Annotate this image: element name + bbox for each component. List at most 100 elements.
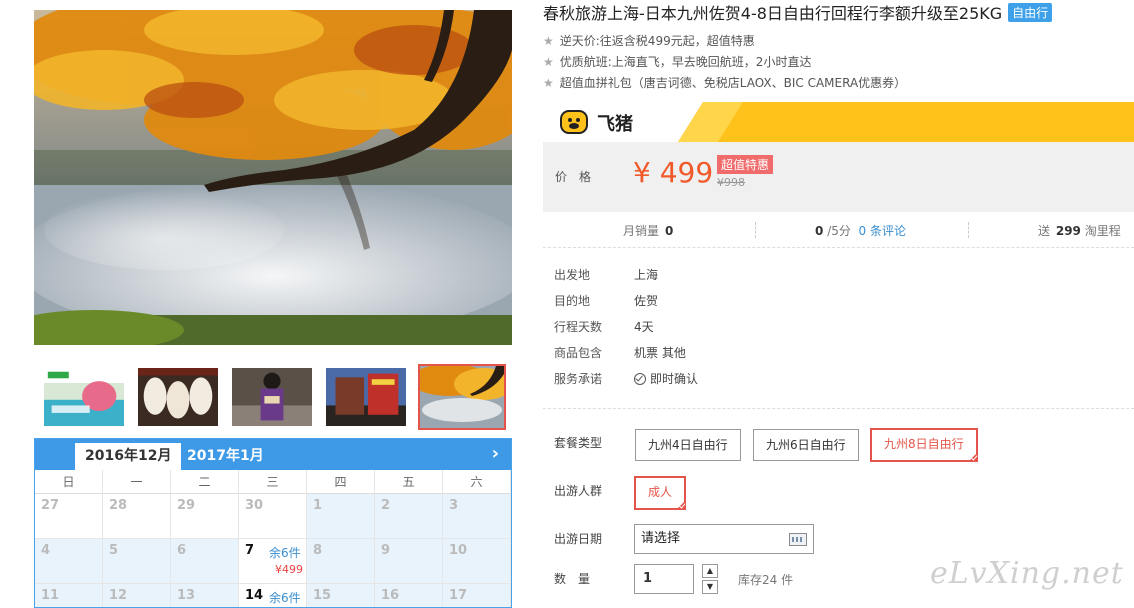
weekday-header: 四 (307, 470, 375, 494)
package-option-6day[interactable]: 九州6日自由行 (753, 429, 859, 461)
prop-key: 目的地 (554, 294, 591, 308)
feature-item: ★ 逆天价:往返含税499元起，超值特惠 (543, 31, 906, 52)
day-number: 9 (381, 543, 391, 558)
prop-row: 商品包含 机票 其他 (554, 340, 698, 366)
prop-row: 行程天数 4天 (554, 314, 698, 340)
price-number: 499 (659, 156, 714, 189)
thumbnail-2[interactable] (136, 366, 220, 428)
prop-value: 即时确认 (650, 372, 699, 386)
section-divider (543, 408, 1134, 409)
reviews-link[interactable]: 0 条评论 (859, 224, 906, 238)
prop-row: 目的地 佐贺 (554, 288, 698, 314)
current-price: ¥ 499 (633, 156, 713, 189)
prop-value: 上海 (634, 268, 659, 282)
month-tab-active[interactable]: 2016年12月 (75, 443, 182, 470)
traveler-option-label: 成人 (648, 485, 673, 499)
calendar-day: 13 (171, 584, 239, 607)
calendar-day: 9 (375, 539, 443, 584)
calendar-day: 15 (307, 584, 375, 607)
star-icon: ★ (543, 34, 554, 48)
gift-value: 299 (1055, 224, 1081, 238)
calendar-day: 5 (103, 539, 171, 584)
rating: 0 /5分 0 条评论 (815, 222, 906, 239)
calendar-day: 4 (35, 539, 103, 584)
day-number: 16 (381, 588, 400, 603)
weekday-header: 一 (103, 470, 171, 494)
day-stock: 余6件 (269, 591, 301, 605)
weekday-header: 六 (443, 470, 511, 494)
mileage-gift: 送 299 淘里程 (1038, 222, 1121, 239)
prop-row: 出发地 上海 (554, 262, 698, 288)
star-icon: ★ (543, 55, 554, 69)
prop-key: 行程天数 (554, 320, 603, 334)
quantity-decrement-icon[interactable]: ▼ (702, 580, 718, 594)
traveler-option-adult-selected[interactable]: 成人 (634, 476, 687, 510)
calendar-day: 12 (103, 584, 171, 607)
thumbnail-1[interactable] (42, 366, 126, 428)
feature-text: 超值血拼礼包（唐吉诃德、免税店LAOX、BIC CAMERA优惠券） (559, 76, 907, 90)
calendar-day: 28 (103, 494, 171, 539)
package-option-8day-selected[interactable]: 九州8日自由行 (870, 428, 978, 462)
quantity-input[interactable]: 1 (634, 564, 694, 594)
day-price: ¥499 (275, 563, 303, 576)
feature-text: 优质航班:上海直飞，早去晚回航班，2小时直达 (559, 55, 812, 69)
calendar-day: 29 (171, 494, 239, 539)
feature-text: 逆天价:往返含税499元起，超值特惠 (559, 34, 755, 48)
stock-count: 库存24 件 (738, 573, 794, 587)
calendar-day: 2 (375, 494, 443, 539)
divider (968, 222, 969, 238)
check-icon (970, 453, 978, 461)
day-number: 12 (109, 588, 128, 603)
weekday-header: 日 (35, 470, 103, 494)
day-number: 8 (313, 543, 323, 558)
feature-item: ★ 超值血拼礼包（唐吉诃德、免税店LAOX、BIC CAMERA优惠券） (543, 73, 906, 94)
calendar-day-available[interactable]: 7 余6件 ¥499 (239, 539, 307, 584)
prop-key: 服务承诺 (554, 372, 603, 386)
day-number: 10 (449, 543, 468, 558)
flying-pig-logo-icon (560, 110, 588, 134)
day-number: 30 (245, 498, 264, 513)
day-number: 7 (245, 543, 255, 558)
thumbnail-5-selected[interactable] (418, 364, 506, 430)
monthly-sales: 月销量 0 (623, 222, 673, 239)
day-number: 14 (245, 588, 264, 603)
month-tab-next[interactable]: 2017年1月 (177, 443, 274, 470)
quantity-increment-icon[interactable]: ▲ (702, 564, 718, 578)
calendar-header: 2016年12月 2017年1月 › (35, 439, 511, 470)
day-number: 29 (177, 498, 196, 513)
rating-suffix: /5分 (827, 224, 851, 238)
feature-list: ★ 逆天价:往返含税499元起，超值特惠 ★ 优质航班:上海直飞，早去晚回航班，2小… (543, 31, 906, 94)
calendar-icon[interactable] (789, 533, 807, 546)
thumbnail-4[interactable] (324, 366, 408, 428)
star-icon: ★ (543, 76, 554, 90)
monthly-sales-value: 0 (665, 224, 674, 238)
weekday-header: 二 (171, 470, 239, 494)
sales-stats: 月销量 0 0 /5分 0 条评论 送 299 淘里程 (543, 212, 1134, 248)
calendar-day: 17 (443, 584, 511, 607)
feature-item: ★ 优质航班:上海直飞，早去晚回航班，2小时直达 (543, 52, 906, 73)
gift-suffix: 淘里程 (1084, 224, 1121, 238)
package-option-4day[interactable]: 九州4日自由行 (635, 429, 741, 461)
currency-symbol: ¥ (633, 156, 651, 189)
calendar-day: 16 (375, 584, 443, 607)
weekday-header: 三 (239, 470, 307, 494)
price-label: 价格 (555, 170, 604, 184)
site-watermark: eLvXing.net (930, 556, 1124, 591)
prop-key: 商品包含 (554, 346, 603, 360)
prop-row: 服务承诺 即时确认 (554, 366, 698, 392)
day-number: 1 (313, 498, 323, 513)
calendar-day: 27 (35, 494, 103, 539)
check-icon (678, 501, 686, 509)
deal-badge: 超值特惠 (717, 155, 774, 174)
divider (755, 222, 756, 238)
thumbnail-strip (34, 362, 512, 434)
date-placeholder: 请选择 (641, 531, 681, 546)
availability-calendar: 2016年12月 2017年1月 › 日一二三四五六 27 28 29 30 1 2 3 4 5 6… (34, 438, 512, 608)
thumbnail-3[interactable] (230, 366, 314, 428)
price-panel: 飞猪 价格 ¥ 499 超值特惠 ¥998 (543, 102, 1134, 212)
chevron-right-icon[interactable]: › (492, 443, 499, 464)
calendar-day-available[interactable]: 14 余6件 (239, 584, 307, 607)
day-number: 4 (41, 543, 51, 558)
travel-date-picker[interactable]: 请选择 (634, 524, 814, 554)
brand-banner: 飞猪 (543, 102, 1134, 142)
